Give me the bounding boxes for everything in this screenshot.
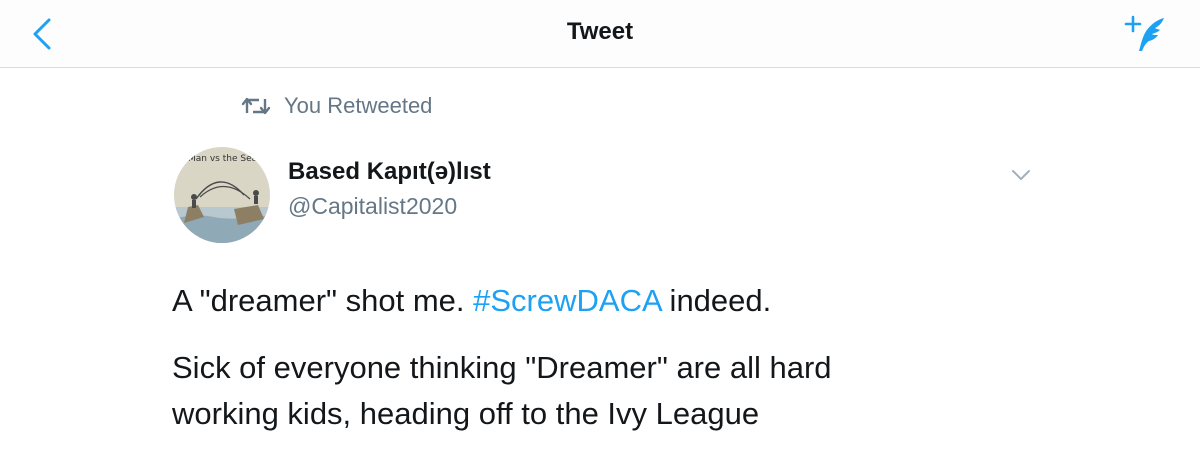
avatar-caption: Man vs the Sea	[188, 154, 257, 164]
tweet-text-first-line: A "dreamer" shot me. #ScrewDACA indeed.	[172, 278, 1072, 324]
tweet-text-suffix: indeed.	[660, 283, 772, 318]
tweet-text-prefix: A "dreamer" shot me.	[172, 283, 474, 318]
hashtag-link[interactable]: #ScrewDACA	[473, 283, 661, 318]
page-title: Tweet	[566, 18, 634, 45]
author-name[interactable]: Based Kapıt(ə)lıst	[288, 158, 491, 186]
navigation-bar: Tweet	[0, 0, 1200, 68]
author-handle[interactable]: @Capitalist2020	[288, 193, 457, 220]
tweet-menu-button[interactable]	[1004, 162, 1038, 188]
tweet-text-paragraph: Sick of everyone thinking "Dreamer" are …	[172, 350, 832, 431]
tweet-detail-screen: Tweet You Retweeted Man vs the Sea Based…	[0, 0, 1200, 459]
retweet-icon	[241, 97, 271, 115]
retweet-label: You Retweeted	[284, 93, 433, 118]
compose-tweet-icon	[1124, 15, 1164, 51]
avatar[interactable]: Man vs the Sea	[174, 147, 270, 243]
chevron-down-icon	[1012, 170, 1030, 180]
compose-tweet-button[interactable]	[1122, 12, 1170, 56]
retweet-context: You Retweeted	[240, 90, 432, 122]
avatar-image: Man vs the Sea	[174, 147, 270, 243]
